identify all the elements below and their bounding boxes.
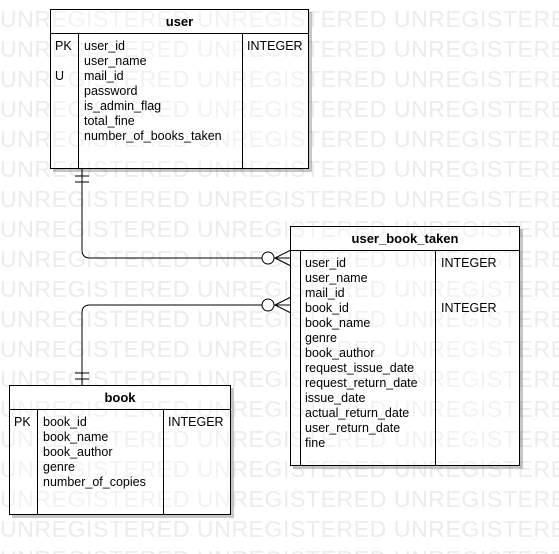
entity-book[interactable]: book PK book_id book_name book_author genre… bbox=[9, 385, 231, 515]
crows-foot-line bbox=[274, 296, 292, 306]
entity-cell: INTEGER bbox=[441, 256, 497, 270]
entity-cell bbox=[55, 84, 78, 99]
field-column: book_id book_name book_author genre number_o… bbox=[38, 410, 164, 514]
entity-cell bbox=[14, 430, 37, 445]
entity-cell bbox=[441, 406, 519, 421]
entity-cell: user_id bbox=[84, 39, 125, 53]
entity-cell: book_author bbox=[43, 445, 113, 459]
entity-cell: request_issue_date bbox=[305, 361, 415, 375]
entity-user-book-taken[interactable]: user_book_taken user_id user_name mail_id b… bbox=[290, 226, 520, 466]
entity-cell: fine bbox=[305, 436, 326, 450]
entity-cell bbox=[14, 445, 37, 460]
entity-cell bbox=[55, 114, 78, 129]
entity-cell bbox=[168, 460, 230, 475]
entity-cell: is_admin_flag bbox=[84, 99, 162, 113]
entity-cell: mail_id bbox=[84, 69, 124, 83]
zero-optional-circle bbox=[261, 298, 275, 312]
entity-cell bbox=[168, 475, 230, 490]
crows-foot-line bbox=[274, 304, 292, 314]
entity-cell: INTEGER bbox=[168, 415, 224, 429]
entity-title: book bbox=[10, 386, 230, 410]
entity-cell: INTEGER bbox=[441, 301, 497, 315]
entity-cell bbox=[441, 316, 519, 331]
entity-cell bbox=[55, 54, 78, 69]
relationship-user-to-user-book-taken[interactable] bbox=[81, 168, 269, 259]
entity-cell bbox=[247, 114, 308, 129]
field-column: user_id user_name mail_id book_id book_name g… bbox=[301, 251, 436, 465]
entity-cell: user_id bbox=[305, 256, 346, 270]
entity-cell: genre bbox=[305, 331, 337, 345]
entity-cell: book_id bbox=[305, 301, 349, 315]
entity-cell: book_author bbox=[305, 346, 375, 360]
entity-cell: PK bbox=[55, 39, 72, 53]
type-column: INTEGER bbox=[164, 410, 230, 514]
entity-cell bbox=[441, 421, 519, 436]
entity-title: user bbox=[51, 10, 308, 34]
relationship-book-to-user-book-taken[interactable] bbox=[81, 304, 269, 385]
entity-cell bbox=[168, 445, 230, 460]
entity-cell: mail_id bbox=[305, 286, 345, 300]
entity-cell: issue_date bbox=[305, 391, 366, 405]
entity-cell: actual_return_date bbox=[305, 406, 410, 420]
entity-cell bbox=[55, 99, 78, 114]
entity-cell bbox=[247, 129, 308, 144]
entity-cell: book_name bbox=[43, 430, 109, 444]
entity-cell: PK bbox=[14, 415, 31, 429]
entity-cell bbox=[247, 54, 308, 69]
type-column: INTEGER INTEGER bbox=[436, 251, 519, 465]
key-column bbox=[291, 251, 301, 465]
entity-cell: U bbox=[55, 69, 65, 83]
entity-cell bbox=[247, 84, 308, 99]
entity-cell bbox=[441, 331, 519, 346]
entity-cell: book_id bbox=[43, 415, 87, 429]
entity-cell: request_return_date bbox=[305, 376, 418, 390]
entity-cell: password bbox=[84, 84, 138, 98]
entity-cell bbox=[441, 391, 519, 406]
entity-cell bbox=[441, 376, 519, 391]
entity-cell: user_return_date bbox=[305, 421, 401, 435]
crows-foot-line bbox=[274, 257, 292, 267]
entity-cell: book_name bbox=[305, 316, 371, 330]
entity-cell: user_name bbox=[305, 271, 368, 285]
entity-cell bbox=[247, 99, 308, 114]
entity-cell bbox=[441, 436, 519, 451]
crows-foot-line bbox=[274, 249, 292, 259]
zero-optional-circle bbox=[261, 251, 275, 265]
field-column: user_id user_name mail_id password is_admin_… bbox=[79, 34, 243, 168]
entity-cell: user_name bbox=[84, 54, 147, 68]
entity-title: user_book_taken bbox=[291, 227, 519, 251]
entity-cell bbox=[441, 271, 519, 286]
key-column: PK U bbox=[51, 34, 79, 168]
type-column: INTEGER bbox=[243, 34, 308, 168]
entity-cell: INTEGER bbox=[247, 39, 303, 53]
entity-cell: total_fine bbox=[84, 114, 135, 128]
entity-cell: number_of_copies bbox=[43, 475, 146, 489]
entity-cell: genre bbox=[43, 460, 75, 474]
key-column: PK bbox=[10, 410, 38, 514]
entity-user[interactable]: user PK U user_id user_name mail_id password… bbox=[50, 9, 309, 169]
entity-cell bbox=[14, 460, 37, 475]
entity-cell bbox=[14, 475, 37, 490]
entity-cell bbox=[441, 346, 519, 361]
entity-cell: number_of_books_taken bbox=[84, 129, 222, 143]
entity-cell bbox=[441, 361, 519, 376]
entity-cell bbox=[168, 430, 230, 445]
entity-cell bbox=[441, 286, 519, 301]
entity-cell bbox=[55, 129, 78, 144]
entity-cell bbox=[247, 69, 308, 84]
